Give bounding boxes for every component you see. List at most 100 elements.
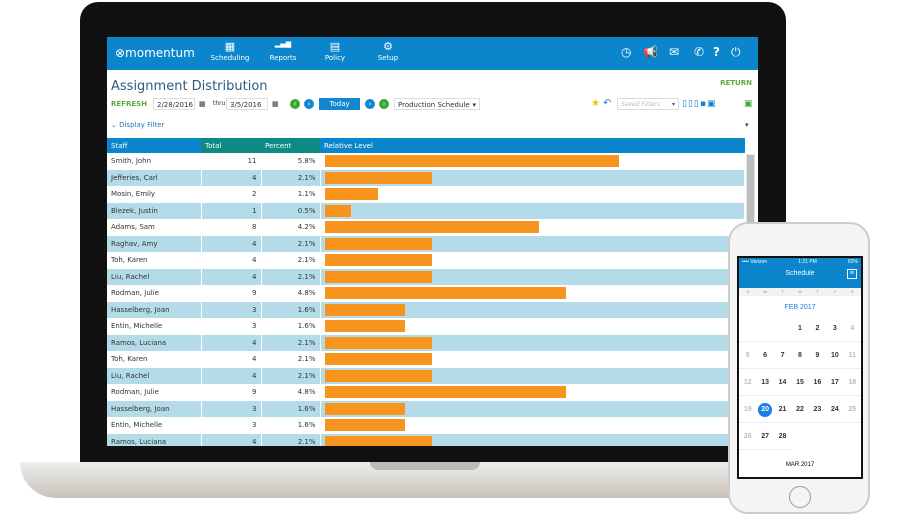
- percent-value: 5.8%: [261, 153, 321, 170]
- col-percent[interactable]: Percent: [261, 138, 320, 153]
- table-row[interactable]: Adams, Sam 8 4.2%: [107, 219, 745, 236]
- next-week-icon[interactable]: ›: [379, 99, 389, 109]
- scrollbar-thumb[interactable]: [747, 155, 754, 225]
- calendar-day[interactable]: 20: [756, 396, 774, 423]
- calendar-day[interactable]: 26: [739, 423, 757, 450]
- home-button[interactable]: [789, 486, 811, 508]
- calendar-day[interactable]: 1: [791, 315, 809, 342]
- return-link[interactable]: RETURN: [720, 79, 752, 87]
- table-row[interactable]: Entin, Michelle 3 1.6%: [107, 318, 745, 335]
- calendar-day[interactable]: 28: [773, 423, 792, 450]
- weekday-label: T: [808, 288, 827, 296]
- calendar-day[interactable]: 3: [826, 315, 844, 342]
- col-staff[interactable]: Staff: [107, 138, 201, 153]
- calendar-icon[interactable]: ▦: [272, 98, 279, 110]
- nav-setup[interactable]: ⚙ Setup: [363, 40, 413, 62]
- undo-icon[interactable]: ↶: [603, 98, 611, 110]
- megaphone-icon[interactable]: 📢: [643, 45, 658, 59]
- table-row[interactable]: Ramos, Luciana 4 2.1%: [107, 433, 745, 446]
- chevron-down-icon: ▾: [671, 101, 675, 108]
- menu-icon[interactable]: ≡: [847, 269, 857, 279]
- filter-action-icons[interactable]: ▯▯▯▪▣: [682, 98, 716, 110]
- calendar-day[interactable]: 9: [808, 342, 827, 369]
- phone-screen: •••• Verizon 1:21 PM 82% Schedule ≡ SMTWTF…: [737, 256, 863, 479]
- calendar-day[interactable]: 18: [843, 369, 861, 396]
- calendar-day[interactable]: 15: [791, 369, 809, 396]
- calendar-day[interactable]: 19: [739, 396, 757, 423]
- calendar-icon[interactable]: ▦: [199, 98, 206, 110]
- refresh-button[interactable]: REFRESH: [111, 98, 147, 110]
- calendar-day[interactable]: 6: [756, 342, 774, 369]
- table-row[interactable]: Liu, Rachel 4 2.1%: [107, 268, 745, 285]
- relative-level-bar: [324, 336, 432, 349]
- calendar-day[interactable]: 5: [739, 342, 757, 369]
- from-date-input[interactable]: 2/28/2016: [153, 98, 195, 110]
- assignment-table: Staff Total Percent Relative Level Smith…: [107, 138, 745, 446]
- calendar-day[interactable]: 27: [756, 423, 774, 450]
- col-total[interactable]: Total: [201, 138, 261, 153]
- to-date-input[interactable]: 3/5/2016: [226, 98, 268, 110]
- schedule-select[interactable]: Production Schedule ▾: [394, 98, 480, 110]
- power-icon[interactable]: ⏻: [731, 45, 741, 60]
- calendar-day[interactable]: 11: [843, 342, 861, 369]
- excel-icon[interactable]: ▣: [744, 98, 753, 110]
- saved-filters-select[interactable]: Saved Filters ▾: [617, 98, 679, 110]
- chevron-down-icon: ▾: [472, 101, 476, 109]
- relative-level-cell: [320, 186, 745, 203]
- table-row[interactable]: Blezek, Justin 1 0.5%: [107, 202, 745, 219]
- table-row[interactable]: Raghav, Amy 4 2.1%: [107, 235, 745, 252]
- display-filter-toggle[interactable]: ⌄ Display Filter: [111, 119, 164, 131]
- nav-policy[interactable]: ▤ Policy: [310, 40, 360, 62]
- mail-icon[interactable]: ✉: [669, 45, 679, 59]
- table-row[interactable]: Jefferies, Carl 4 2.1%: [107, 169, 745, 186]
- calendar-day[interactable]: 14: [773, 369, 792, 396]
- relative-level-bar: [324, 419, 405, 432]
- table-row[interactable]: Hasselberg, Joan 3 1.6%: [107, 400, 745, 417]
- table-row[interactable]: Ramos, Luciana 4 2.1%: [107, 334, 745, 351]
- thru-label: thru: [213, 100, 226, 107]
- prev-day-icon[interactable]: ‹: [304, 99, 314, 109]
- help-icon[interactable]: ?: [713, 45, 720, 59]
- next-day-icon[interactable]: ›: [365, 99, 375, 109]
- calendar-day[interactable]: 21: [773, 396, 792, 423]
- calendar-day[interactable]: 22: [791, 396, 809, 423]
- clock-icon[interactable]: ◷: [621, 45, 631, 59]
- calendar-day[interactable]: 17: [826, 369, 844, 396]
- table-row[interactable]: Rodman, Julie 9 4.8%: [107, 285, 745, 302]
- calendar-day[interactable]: 24: [826, 396, 844, 423]
- col-relative-level[interactable]: Relative Level: [320, 138, 745, 153]
- table-row[interactable]: Liu, Rachel 4 2.1%: [107, 367, 745, 384]
- phone-icon[interactable]: ✆: [694, 45, 704, 59]
- relative-level-cell: [320, 202, 745, 219]
- calendar-day[interactable]: 7: [773, 342, 792, 369]
- calendar-day[interactable]: 25: [843, 396, 861, 423]
- total-value: 3: [201, 417, 262, 434]
- table-row[interactable]: Hasselberg, Joan 3 1.6%: [107, 301, 745, 318]
- calendar-day[interactable]: 2: [808, 315, 827, 342]
- star-icon[interactable]: ★: [591, 98, 600, 110]
- calendar-day[interactable]: 8: [791, 342, 809, 369]
- total-value: 4: [201, 268, 262, 285]
- today-button[interactable]: Today: [319, 98, 360, 110]
- percent-value: 1.6%: [261, 301, 321, 318]
- table-row[interactable]: Mosin, Emily 2 1.1%: [107, 186, 745, 203]
- prev-week-icon[interactable]: ‹: [290, 99, 300, 109]
- nav-scheduling[interactable]: ▦ Scheduling: [205, 40, 255, 62]
- table-row[interactable]: Toh, Karen 4 2.1%: [107, 351, 745, 368]
- chevron-down-icon: ⌄: [111, 121, 120, 129]
- table-row[interactable]: Rodman, Julie 9 4.8%: [107, 384, 745, 401]
- calendar-day[interactable]: 16: [808, 369, 827, 396]
- table-row[interactable]: Toh, Karen 4 2.1%: [107, 252, 745, 269]
- calendar-day[interactable]: 12: [739, 369, 757, 396]
- calendar-day[interactable]: 13: [756, 369, 774, 396]
- chevron-down-icon[interactable]: ▾: [745, 119, 749, 131]
- calendar-day[interactable]: 4: [843, 315, 861, 342]
- weekday-label: S: [739, 288, 757, 296]
- calendar-day[interactable]: 23: [808, 396, 827, 423]
- table-row[interactable]: Entin, Michelle 3 1.6%: [107, 417, 745, 434]
- table-row[interactable]: Smith, John 11 5.8%: [107, 153, 745, 170]
- calendar-day[interactable]: 10: [826, 342, 844, 369]
- relative-level-cell: [320, 384, 745, 401]
- total-value: 4: [201, 351, 262, 368]
- nav-reports[interactable]: ▂▄▆ Reports: [258, 40, 308, 62]
